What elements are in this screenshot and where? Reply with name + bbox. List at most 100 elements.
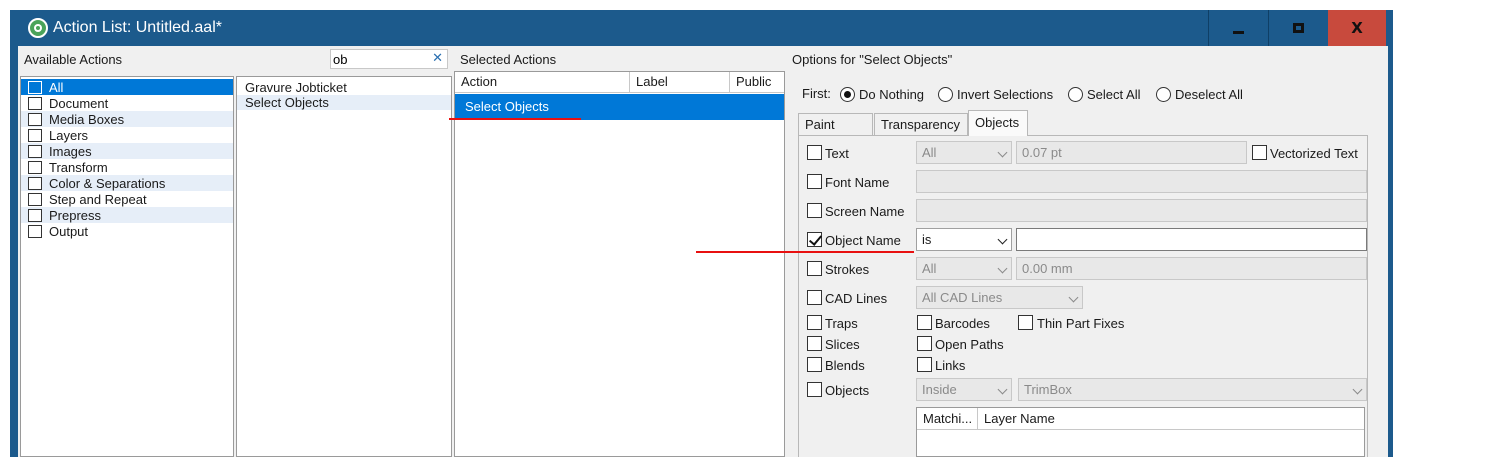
available-action-list[interactable]: Gravure Jobticket Select Objects [236,76,452,457]
clear-search-icon[interactable]: ✕ [432,51,443,66]
category-label: Step and Repeat [49,191,147,207]
image-icon [28,144,42,158]
vectorized-text-checkbox[interactable] [1252,145,1267,160]
slices-checkbox[interactable] [807,336,822,351]
window-title: Action List: Untitled.aal* [53,19,222,36]
traps-label: Traps [825,316,858,331]
strokes-label: Strokes [825,262,870,277]
category-label: Transform [49,159,108,175]
radio-invert-selections[interactable]: Invert Selections [938,84,1053,104]
objects-checkbox[interactable] [807,382,822,397]
object-name-checkbox[interactable] [807,232,822,247]
category-item-media-boxes[interactable]: Media Boxes [21,111,233,127]
radio-deselect-all[interactable]: Deselect All [1156,84,1243,104]
column-header-matching[interactable]: Matchi... [917,408,978,430]
app-gear-icon [28,18,48,38]
object-name-label: Object Name [825,233,901,248]
barcodes-checkbox[interactable] [917,315,932,330]
category-label: Layers [49,127,89,143]
column-header-label[interactable]: Label [630,72,730,93]
text-label: Text [825,146,849,161]
text-mode-select: All [916,141,1012,164]
open-paths-label: Open Paths [935,337,1004,352]
options-title: Options for "Select Objects" [792,52,953,67]
chevron-down-icon [997,147,1008,158]
object-name-operator-select[interactable]: is [916,228,1012,251]
category-item-document[interactable]: Document [21,95,233,111]
tab-objects[interactable]: Objects [968,110,1028,136]
action-search-box[interactable]: ✕ [330,49,448,69]
first-label: First: [802,86,831,101]
cad-lines-checkbox[interactable] [807,290,822,305]
screen-name-checkbox[interactable] [807,203,822,218]
category-item-step-and-repeat[interactable]: Step and Repeat [21,191,233,207]
column-header-action[interactable]: Action [455,72,630,93]
objects-box-select: TrimBox [1018,378,1367,401]
chevron-down-icon [997,384,1008,395]
thin-part-fixes-checkbox[interactable] [1018,315,1033,330]
tab-paint-style[interactable]: Paint Style [798,113,873,153]
text-checkbox[interactable] [807,145,822,160]
category-list[interactable]: All Document Media Boxes Layers Images T… [20,76,234,457]
chevron-down-icon [997,263,1008,274]
column-header-public[interactable]: Public [730,72,784,93]
column-header-layer-name[interactable]: Layer Name [978,408,1364,430]
cad-lines-mode-select: All CAD Lines [916,286,1083,309]
selected-actions-table[interactable]: Action Label Public Select Objects [454,71,785,457]
title-bar[interactable]: Action List: Untitled.aal* X [10,10,1393,46]
strokes-mode-value: All [922,261,937,276]
radio-label: Deselect All [1175,86,1243,102]
radio-select-all[interactable]: Select All [1068,84,1140,104]
close-icon: X [1351,19,1363,37]
screen-name-field [916,199,1367,222]
category-item-prepress[interactable]: Prepress [21,207,233,223]
category-label: Color & Separations [49,175,166,191]
minimize-icon [1233,30,1244,34]
strokes-checkbox[interactable] [807,261,822,276]
font-name-field [916,170,1367,193]
maximize-button[interactable] [1268,10,1328,46]
links-checkbox[interactable] [917,357,932,372]
category-item-color-separations[interactable]: Color & Separations [21,175,233,191]
category-item-transform[interactable]: Transform [21,159,233,175]
annotation-underline-object-name [696,251,914,253]
open-paths-checkbox[interactable] [917,336,932,351]
category-label: Images [49,143,92,159]
list-icon [28,80,42,94]
layer-name-table[interactable]: Matchi... Layer Name [916,407,1365,457]
category-item-images[interactable]: Images [21,143,233,159]
strokes-mode-select: All [916,257,1012,280]
objects-position-value: Inside [922,382,957,397]
action-search-input[interactable] [333,51,429,67]
chevron-down-icon [997,234,1008,245]
category-item-output[interactable]: Output [21,223,233,239]
vectorized-text-label: Vectorized Text [1270,146,1358,161]
links-label: Links [935,358,966,373]
minimize-button[interactable] [1208,10,1268,46]
category-item-layers[interactable]: Layers [21,127,233,143]
selected-action-row[interactable]: Select Objects [455,94,784,120]
action-item-select-objects[interactable]: Select Objects [237,95,451,110]
objects-label: Objects [825,383,870,398]
first-option-group: First: Do Nothing Invert Selections Sele… [802,84,1362,104]
object-name-field[interactable] [1016,228,1367,251]
radio-do-nothing[interactable]: Do Nothing [840,84,924,104]
text-size-field: 0.07 pt [1016,141,1247,164]
layers-icon [28,128,42,142]
object-name-operator-value: is [922,232,932,247]
annotation-underline-select-objects [449,118,581,120]
traps-checkbox[interactable] [807,315,822,330]
transform-icon [28,160,42,174]
category-item-all[interactable]: All [21,79,233,95]
action-item-gravure-jobticket[interactable]: Gravure Jobticket [237,80,451,95]
radio-label: Do Nothing [859,86,925,102]
radio-label: Select All [1087,86,1141,102]
tab-transparency[interactable]: Transparency [874,113,968,136]
font-name-checkbox[interactable] [807,174,822,189]
radio-selected-icon [840,86,855,102]
chevron-down-icon [1352,384,1363,395]
slices-label: Slices [825,337,860,352]
close-button[interactable]: X [1328,10,1386,46]
barcodes-label: Barcodes [935,316,990,331]
blends-checkbox[interactable] [807,357,822,372]
